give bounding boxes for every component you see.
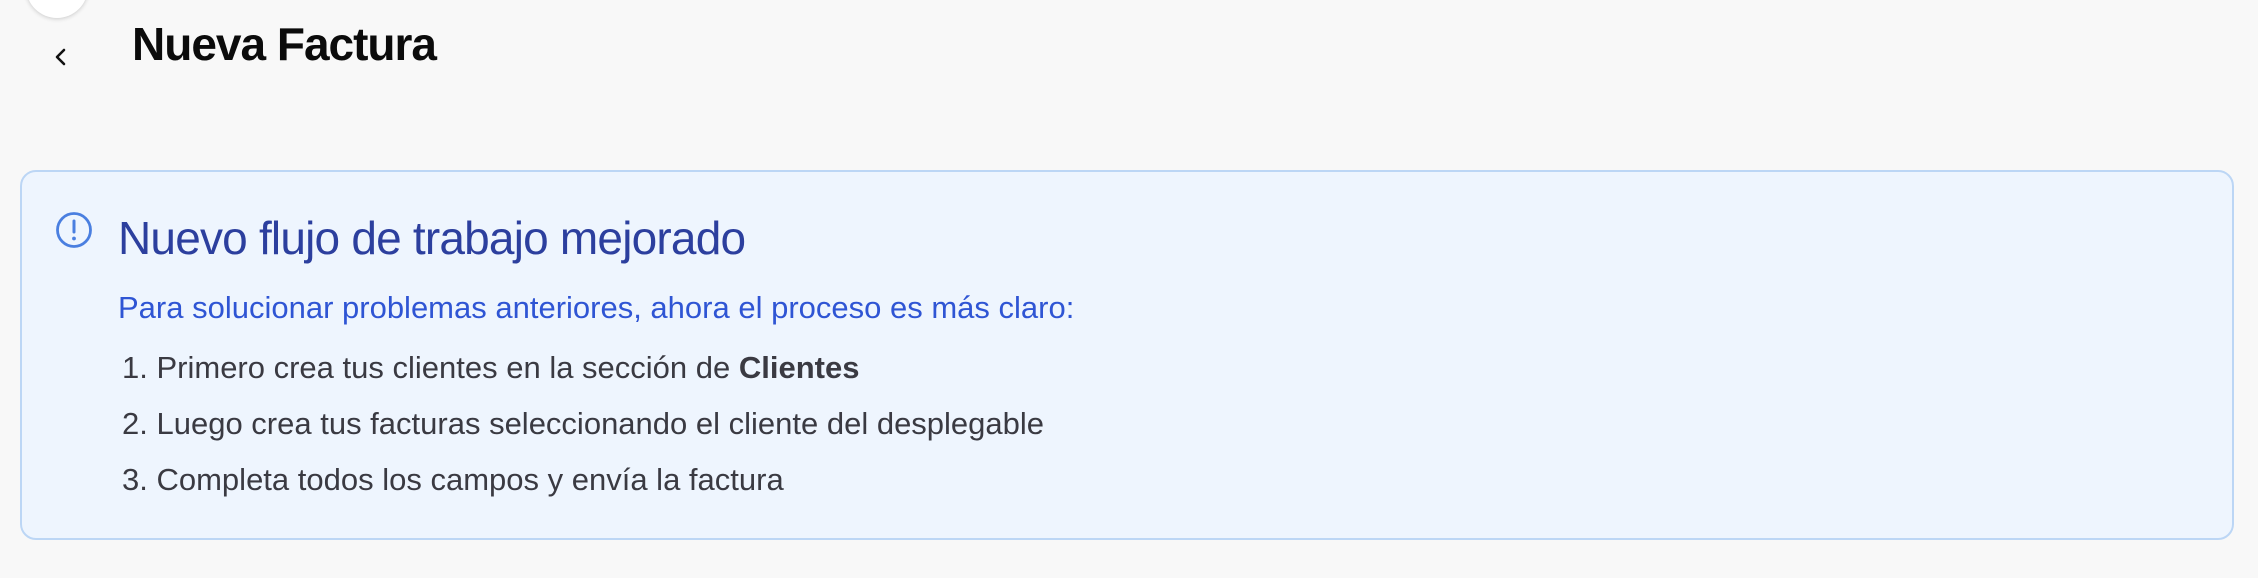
info-notice: Nuevo flujo de trabajo mejorado Para sol…	[20, 170, 2234, 540]
steps-list: 1. Primero crea tus clientes en la secci…	[122, 348, 1044, 516]
alert-circle-icon	[56, 212, 92, 248]
step-number: 3.	[122, 462, 148, 497]
step-text: Luego crea tus facturas seleccionando el…	[156, 406, 1045, 441]
step-item: 3. Completa todos los campos y envía la …	[122, 460, 1044, 516]
back-button[interactable]	[44, 40, 78, 74]
notice-subtitle: Para solucionar problemas anteriores, ah…	[118, 290, 1075, 325]
step-text: Completa todos los campos y envía la fac…	[156, 462, 784, 497]
clients-section-label: Clientes	[738, 350, 860, 385]
step-text: Primero crea tus clientes en la sección …	[156, 350, 739, 385]
step-item: 1. Primero crea tus clientes en la secci…	[122, 348, 1044, 404]
notice-title: Nuevo flujo de trabajo mejorado	[118, 212, 746, 264]
step-item: 2. Luego crea tus facturas seleccionando…	[122, 404, 1044, 460]
page-title: Nueva Factura	[132, 18, 437, 70]
avatar-button[interactable]	[26, 0, 88, 18]
chevron-left-icon	[55, 48, 66, 66]
step-number: 2.	[122, 406, 148, 441]
step-number: 1.	[122, 350, 148, 385]
